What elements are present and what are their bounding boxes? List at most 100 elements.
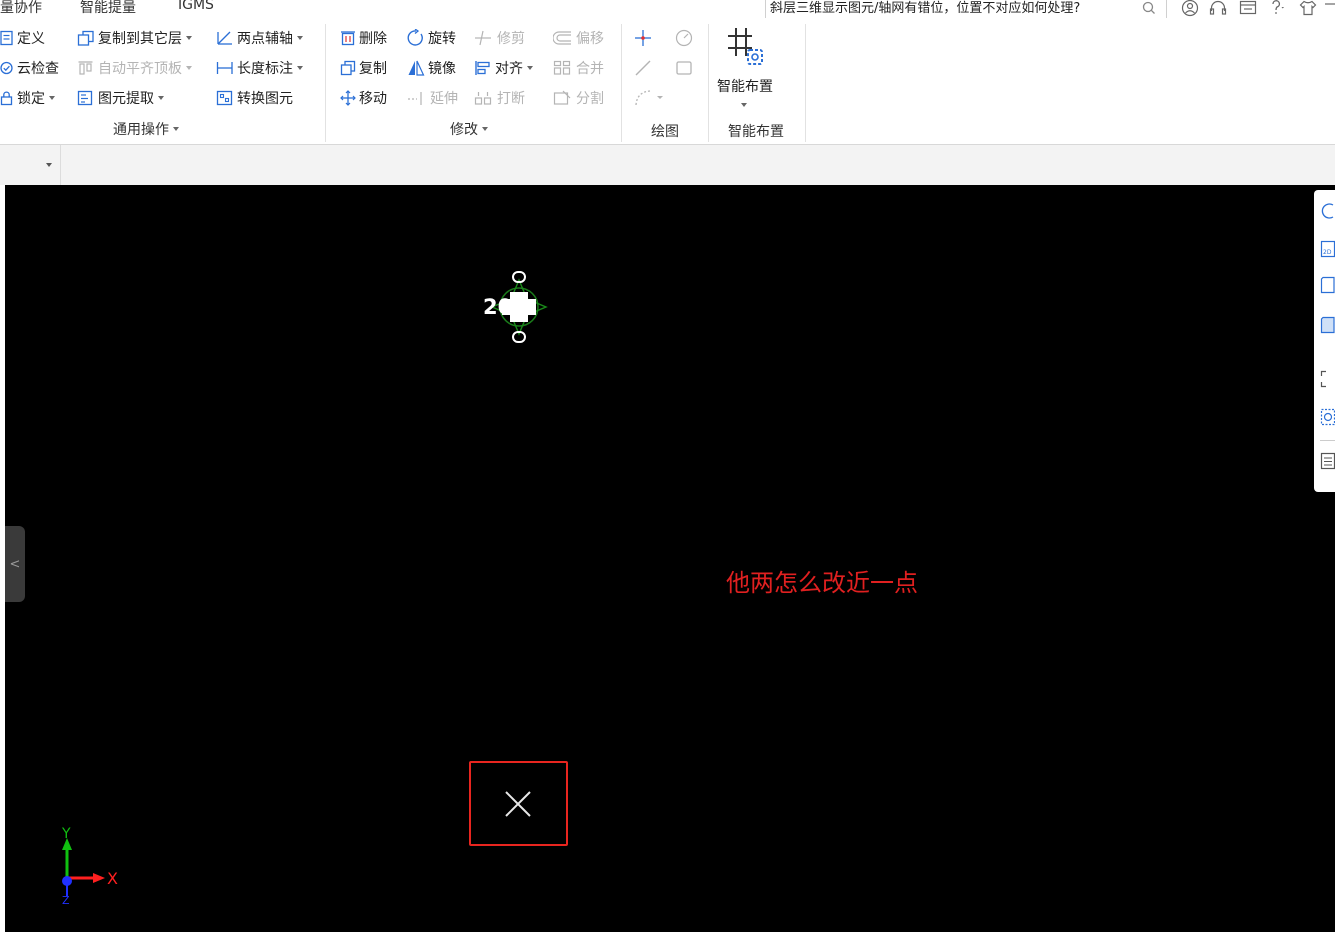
search-query-text: 斜层三维显示图元/轴网有错位，位置不对应如何处理?: [770, 1, 1081, 16]
extend-icon: [408, 92, 422, 105]
convert-element-icon: [216, 90, 233, 106]
trim-icon: [475, 30, 491, 46]
two-point-axis-label: 两点辅轴: [237, 31, 293, 47]
break-button[interactable]: 打断: [474, 86, 525, 110]
group-divider: [708, 24, 709, 142]
copy-icon: [340, 60, 356, 76]
3d-view-icon[interactable]: [1320, 276, 1335, 294]
close-icon: [505, 791, 531, 817]
trim-button[interactable]: 修剪: [474, 26, 525, 50]
axis-z-label: Z: [62, 894, 70, 906]
property-strip: [0, 145, 1335, 185]
smart-layout-icon: [728, 28, 763, 65]
extend-label: 延伸: [430, 91, 458, 107]
group-label-modify[interactable]: 修改: [450, 119, 488, 139]
rotate-button[interactable]: 旋转: [407, 26, 456, 50]
auto-align-slab-icon: [78, 61, 93, 75]
solid-view-icon[interactable]: [1320, 316, 1335, 334]
smart-layout-label: 智能布置: [717, 79, 773, 95]
length-dimension-button[interactable]: 长度标注: [216, 56, 303, 80]
offset-button[interactable]: 偏移: [553, 26, 604, 50]
convert-element-button[interactable]: 转换图元: [216, 86, 293, 110]
shirt-icon[interactable]: [1298, 0, 1318, 18]
user-annotation-text: 他两怎么改近一点: [726, 569, 918, 597]
extract-element-icon: [77, 90, 93, 106]
delete-button[interactable]: 删除: [340, 26, 387, 50]
auto-align-slab-label: 自动平齐顶板: [98, 61, 182, 77]
split-button[interactable]: 分割: [553, 86, 604, 110]
delete-label: 删除: [359, 31, 387, 47]
trim-label: 修剪: [497, 31, 525, 47]
box-select-icon[interactable]: [1320, 370, 1335, 388]
copy-to-layer-icon: [77, 30, 94, 46]
two-point-axis-icon: [217, 31, 232, 45]
menu-item-smart-quantity[interactable]: 智能提量: [80, 0, 136, 17]
highlighted-marker[interactable]: [469, 761, 568, 846]
move-label: 移动: [359, 91, 387, 107]
chevron-left-icon: <: [9, 556, 21, 572]
menu-item-igms[interactable]: IGMS: [178, 0, 214, 13]
search-input[interactable]: 斜层三维显示图元/轴网有错位，位置不对应如何处理?: [765, 0, 1167, 19]
message-icon[interactable]: [1238, 0, 1258, 18]
cloud-check-button[interactable]: 云检查: [0, 56, 59, 80]
more-icon[interactable]: [1322, 0, 1335, 18]
lock-button[interactable]: 锁定: [0, 86, 55, 110]
extend-button[interactable]: 延伸: [407, 86, 458, 110]
merge-icon: [553, 60, 571, 75]
rotate-point-icon[interactable]: [674, 28, 694, 48]
align-icon: [475, 61, 490, 75]
sidebar-collapse-handle[interactable]: <: [5, 526, 25, 602]
merge-button[interactable]: 合并: [553, 56, 604, 80]
lock-label: 锁定: [17, 91, 45, 107]
lock-icon: [0, 91, 13, 106]
cloud-check-icon: [0, 61, 13, 75]
axis-x-label: X: [107, 869, 118, 888]
search-icon[interactable]: [1142, 1, 1156, 15]
offset-icon: [553, 31, 571, 45]
group-label-smart-layout: 智能布置: [728, 124, 784, 140]
coordinate-axis-icon: Y X Z: [61, 826, 118, 906]
two-point-axis-button[interactable]: 两点辅轴: [216, 26, 303, 50]
mirror-label: 镜像: [428, 61, 456, 77]
list-icon[interactable]: [1320, 452, 1335, 470]
point-draw-icon[interactable]: [633, 28, 653, 48]
2d-view-icon[interactable]: 2D: [1320, 240, 1335, 258]
copy-button[interactable]: 复制: [340, 56, 387, 80]
column-element[interactable]: 200: [478, 266, 560, 348]
align-button[interactable]: 对齐: [474, 56, 533, 80]
drawing-canvas[interactable]: [5, 185, 1335, 932]
help-icon[interactable]: [1268, 0, 1288, 18]
group-label-general-ops[interactable]: 通用操作: [113, 119, 179, 139]
user-icon[interactable]: [1180, 0, 1200, 18]
copy-to-layer-label: 复制到其它层: [98, 31, 182, 47]
define-button[interactable]: 定义: [0, 26, 45, 50]
break-label: 打断: [497, 91, 525, 107]
auto-align-slab-button[interactable]: 自动平齐顶板: [77, 56, 192, 80]
extract-element-label: 图元提取: [98, 91, 154, 107]
headset-icon[interactable]: [1208, 0, 1228, 18]
move-button[interactable]: 移动: [340, 86, 387, 110]
rotate-icon: [407, 29, 423, 46]
menu-item-collaboration[interactable]: 量协作: [0, 0, 42, 17]
rectangle-draw-icon[interactable]: [674, 58, 694, 78]
svg-text:2D: 2D: [1323, 249, 1332, 256]
length-dimension-icon: [216, 62, 233, 74]
group-divider: [805, 24, 806, 142]
convert-element-label: 转换图元: [237, 91, 293, 107]
layer-dropdown[interactable]: [0, 145, 61, 185]
mirror-button[interactable]: 镜像: [407, 56, 456, 80]
smart-layout-button[interactable]: 智能布置: [714, 24, 780, 114]
section-view-icon[interactable]: [1320, 408, 1335, 426]
trash-icon: [341, 31, 355, 46]
align-label: 对齐: [495, 61, 523, 77]
arc-draw-icon[interactable]: [633, 88, 667, 108]
orbit-icon[interactable]: [1320, 202, 1335, 220]
extract-element-button[interactable]: 图元提取: [77, 86, 164, 110]
rotate-label: 旋转: [428, 31, 456, 47]
line-draw-icon[interactable]: [633, 58, 653, 78]
mirror-icon: [408, 60, 425, 76]
group-divider: [325, 24, 326, 142]
group-label-draw: 绘图: [651, 124, 679, 140]
copy-to-layer-button[interactable]: 复制到其它层: [77, 26, 192, 50]
copy-label: 复制: [359, 61, 387, 77]
